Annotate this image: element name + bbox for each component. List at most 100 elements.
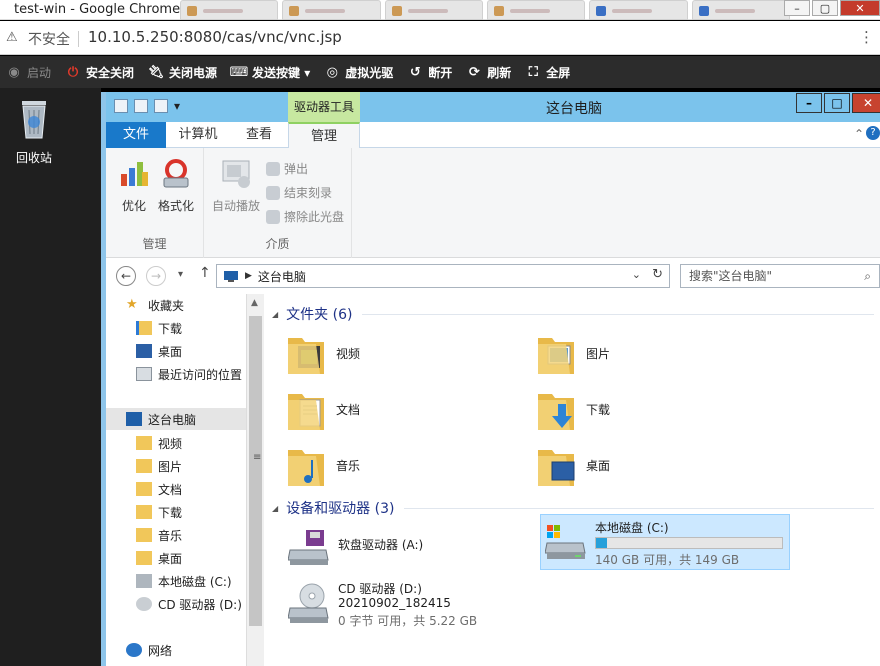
tab-view[interactable]: 查看 [230, 122, 288, 148]
eject-icon [266, 161, 280, 176]
disconnect-button[interactable]: ↺ 断开 [407, 64, 452, 81]
sidebar-item-desktop[interactable]: 桌面 [136, 340, 182, 362]
folder-pictures[interactable]: 图片 [536, 330, 610, 376]
tab-manage[interactable]: 管理 [288, 122, 360, 148]
help-icon[interactable]: ? [866, 126, 880, 140]
cd-drive-d[interactable]: CD 驱动器 (D:) 20210902_182415 0 字节 可用，共 5.… [284, 576, 544, 636]
divider [78, 31, 79, 47]
back-button[interactable]: ← [116, 266, 136, 286]
folder-music[interactable]: 音乐 [286, 442, 360, 488]
recent-locations-icon[interactable]: ▾ [178, 269, 183, 280]
disk-usage-bar [595, 537, 783, 549]
folder-icon [136, 528, 152, 542]
properties-icon[interactable] [134, 99, 148, 113]
warning-icon[interactable]: ⚠ [6, 30, 18, 45]
new-folder-icon[interactable] [154, 99, 168, 113]
explorer-maximize-button[interactable]: □ [824, 93, 850, 113]
erase-disc-button[interactable]: 擦除此光盘 [266, 208, 344, 225]
send-keys-button[interactable]: ⌨ 发送按键 ▾ [230, 64, 311, 81]
folders-section-header[interactable]: ◢ 文件夹 (6) [266, 304, 874, 324]
sidebar-item-music[interactable]: 音乐 [136, 524, 182, 546]
ribbon: 优化 格式化 管理 自动播放 弹出 结束刻录 擦除此光盘 介质 [106, 148, 880, 258]
finish-burning-button[interactable]: 结束刻录 [266, 184, 332, 201]
breadcrumb[interactable]: 这台电脑 [258, 268, 306, 285]
floppy-drive[interactable]: 软盘驱动器 (A:) [284, 520, 524, 574]
browser-tab[interactable] [486, 0, 586, 20]
safe-shutdown-button[interactable]: ⏻ 安全关闭 [65, 64, 134, 81]
disc-icon: ◎ [326, 64, 338, 80]
minimize-button[interactable]: – [784, 0, 810, 16]
explorer-minimize-button[interactable]: – [796, 93, 822, 113]
browser-tab[interactable] [180, 0, 279, 20]
navigation-pane: ★ 收藏夹 下载 桌面 最近访问的位置 这台电脑 视频 图片 文档 下载 音乐 桌… [106, 294, 246, 666]
browser-tab[interactable] [589, 0, 688, 20]
more-menu-icon[interactable]: ⋮ [859, 28, 874, 46]
autoplay-button[interactable]: 自动播放 [210, 158, 262, 214]
optimize-button[interactable]: 优化 [116, 158, 152, 214]
plug-icon: 🔌︎ [147, 64, 165, 80]
sidebar-item-downloads-pc[interactable]: 下载 [136, 501, 182, 523]
maximize-button[interactable]: ▢ [812, 0, 838, 16]
power-off-button[interactable]: 🔌︎ 关闭电源 [148, 64, 217, 81]
sidebar-item-recent[interactable]: 最近访问的位置 [136, 363, 242, 385]
scroll-up-icon[interactable]: ▲ [251, 298, 258, 308]
hard-drive-icon [136, 574, 152, 588]
start-button[interactable]: ◉ 启动 [6, 64, 51, 81]
up-button[interactable]: ↑ [199, 265, 211, 281]
sidebar-item-desktop-pc[interactable]: 桌面 [136, 547, 182, 569]
ribbon-collapse-icon[interactable]: ⌃ [854, 127, 864, 141]
computer-icon [224, 270, 238, 282]
sidebar-item-this-pc[interactable]: 这台电脑 [106, 408, 246, 430]
chevron-down-icon[interactable]: ⌄ [632, 268, 641, 281]
scroll-grip-icon: ≡ [253, 452, 262, 463]
tab-computer[interactable]: 计算机 [166, 122, 230, 148]
sidebar-item-documents[interactable]: 文档 [136, 478, 182, 500]
address-input[interactable]: ▶ 这台电脑 ⌄ ↻ [216, 264, 670, 288]
address-bar: ⚠ 不安全 10.10.5.250:8080/cas/vnc/vnc.jsp ⋮ [0, 21, 880, 55]
browser-tab[interactable] [691, 0, 790, 20]
sidebar-item-favorites[interactable]: ★ 收藏夹 [126, 294, 184, 316]
folder-videos[interactable]: 视频 [286, 330, 360, 376]
folder-icon [136, 551, 152, 565]
pictures-folder-icon [538, 338, 574, 374]
sidebar-item-cd-drive[interactable]: CD 驱动器 (D:) 2 [136, 593, 246, 615]
insecure-label[interactable]: 不安全 [28, 29, 70, 49]
vnc-toolbar: ◉ 启动 ⏻ 安全关闭 🔌︎ 关闭电源 ⌨ 发送按键 ▾ ◎ 虚拟光驱 ↺ 断开 ⟳ 刷新 ⛶… [0, 56, 880, 88]
breadcrumb-chevron-icon[interactable]: ▶ [245, 271, 252, 281]
nav-pane-scrollbar[interactable]: ▲ ≡ [246, 294, 264, 666]
collapse-icon[interactable]: ◢ [272, 504, 278, 513]
forward-button[interactable]: → [146, 266, 166, 286]
folder-downloads[interactable]: 下载 [536, 386, 610, 432]
search-input[interactable]: 搜索"这台电脑" ⌕ [680, 264, 880, 288]
sidebar-item-local-disk[interactable]: 本地磁盘 (C:) [136, 570, 232, 592]
local-disk-c[interactable]: 本地磁盘 (C:) 140 GB 可用，共 149 GB [540, 514, 790, 570]
customize-quick-access-icon[interactable]: ▾ [174, 99, 182, 113]
browser-title-bar: test-win - Google Chrome – ▢ ✕ [0, 0, 880, 20]
folder-documents[interactable]: 文档 [286, 386, 360, 432]
sidebar-item-downloads[interactable]: 下载 [136, 317, 182, 339]
explorer-close-button[interactable]: ✕ [852, 93, 880, 113]
refresh-icon[interactable]: ↻ [652, 267, 663, 282]
folder-desktop[interactable]: 桌面 [536, 442, 610, 488]
browser-tab[interactable] [384, 0, 483, 20]
recycle-bin[interactable]: 回收站 [8, 98, 60, 166]
refresh-icon: ⟳ [468, 64, 480, 80]
sidebar-item-network[interactable]: 网络 [126, 639, 172, 661]
sidebar-item-videos[interactable]: 视频 [136, 432, 182, 454]
fullscreen-button[interactable]: ⛶ 全屏 [525, 64, 571, 81]
erase-icon [266, 209, 280, 224]
browser-tab[interactable] [282, 0, 381, 20]
format-button[interactable]: 格式化 [156, 158, 196, 214]
tab-file[interactable]: 文件 [106, 122, 166, 148]
power-icon: ⏻ [67, 64, 79, 80]
sidebar-item-pictures[interactable]: 图片 [136, 455, 182, 477]
refresh-button[interactable]: ⟳ 刷新 [466, 64, 511, 81]
documents-folder-icon [288, 394, 324, 430]
eject-button[interactable]: 弹出 [266, 160, 308, 177]
ribbon-group-label: 管理 [142, 237, 167, 251]
scroll-thumb[interactable] [249, 316, 262, 626]
virtual-cdrom-button[interactable]: ◎ 虚拟光驱 [324, 64, 394, 81]
close-button[interactable]: ✕ [840, 0, 880, 16]
url-input[interactable]: 10.10.5.250:8080/cas/vnc/vnc.jsp [88, 28, 342, 46]
collapse-icon[interactable]: ◢ [272, 310, 278, 319]
